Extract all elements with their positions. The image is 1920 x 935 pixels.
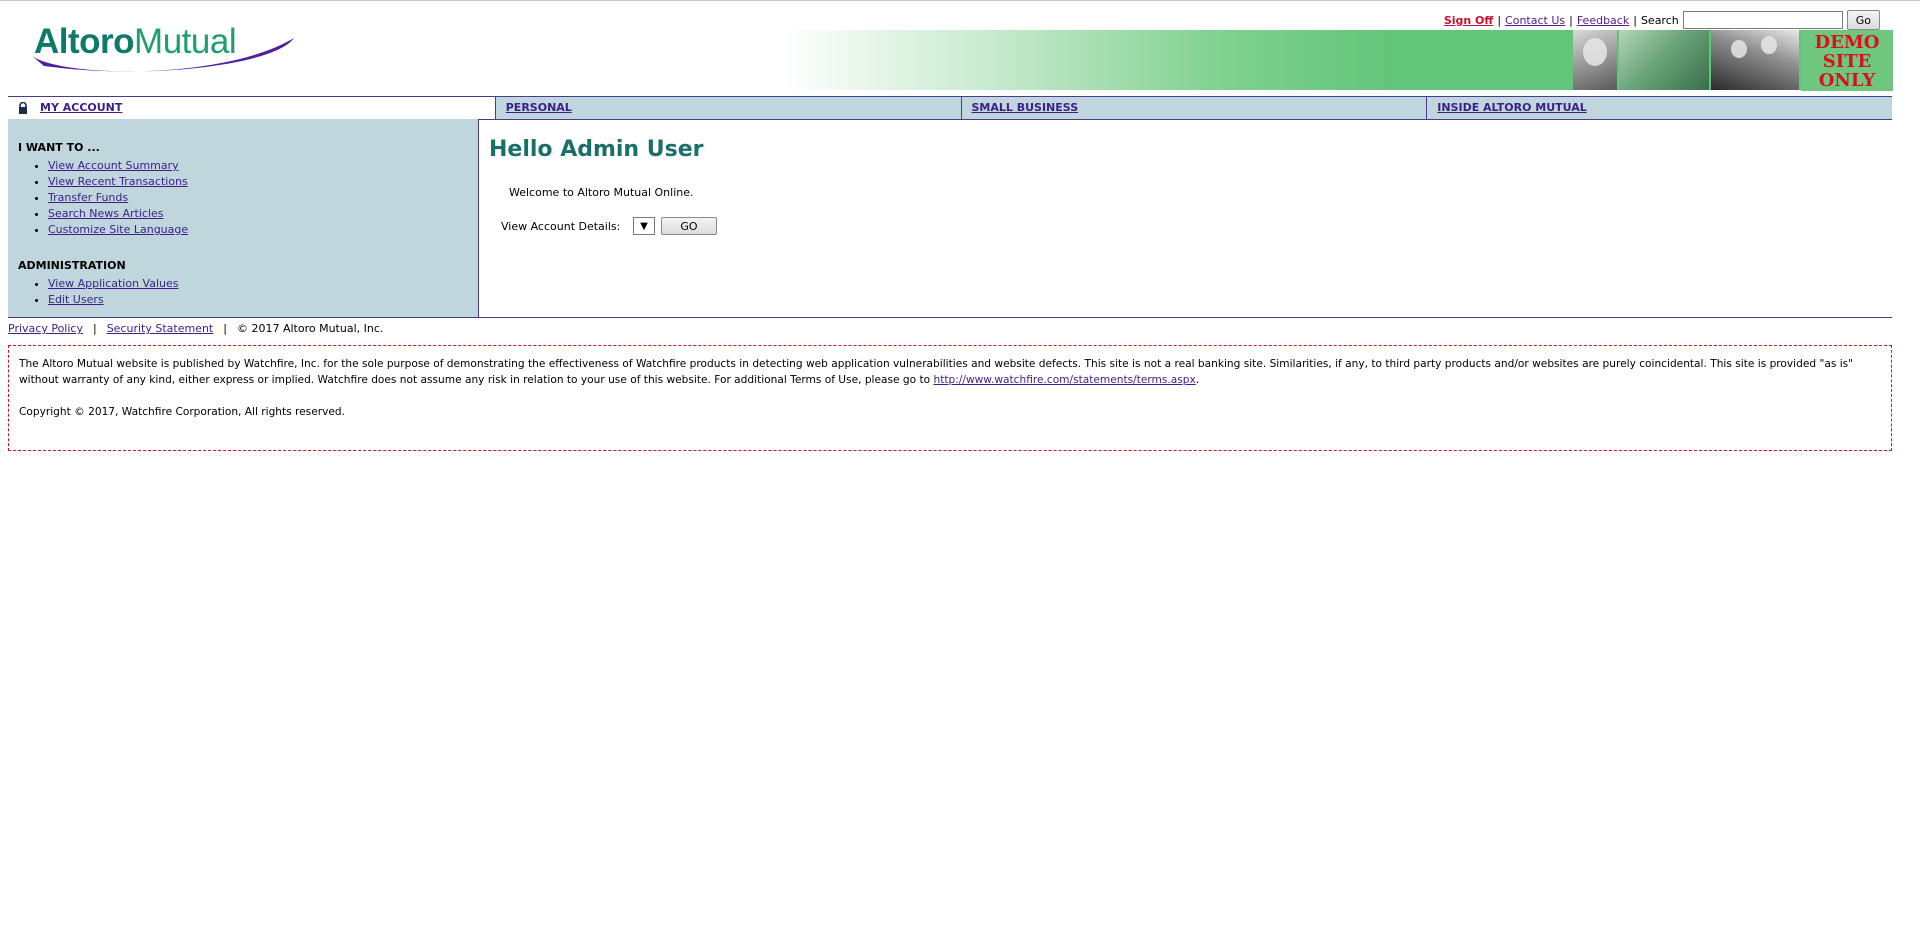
separator: |: [223, 322, 227, 335]
demo-line: DEMO: [1814, 31, 1880, 53]
account-details-label: View Account Details:: [501, 220, 621, 233]
security-statement-link[interactable]: Security Statement: [107, 322, 214, 335]
demo-line: SITE: [1822, 50, 1872, 72]
demo-site-only-badge: DEMO SITE ONLY: [1801, 30, 1893, 91]
list-item: View Recent Transactions: [48, 174, 188, 190]
sign-off-link[interactable]: Sign Off: [1444, 14, 1494, 27]
photo-business-people: [1711, 30, 1799, 90]
utility-bar: Sign Off | Contact Us | Feedback | Searc…: [1444, 10, 1880, 30]
altoro-mutual-logo[interactable]: AltoroMutual: [24, 22, 304, 80]
list-item: Customize Site Language: [48, 222, 188, 238]
watchfire-copyright: Copyright © 2017, Watchfire Corporation,…: [19, 406, 345, 418]
header-banner: DEMO SITE ONLY: [782, 30, 1893, 91]
disclaimer-box: The Altoro Mutual website is published b…: [8, 345, 1892, 451]
account-go-button[interactable]: GO: [661, 217, 717, 235]
list-item: Transfer Funds: [48, 190, 188, 206]
list-item: View Application Values: [48, 276, 179, 292]
photo-woman: [1573, 30, 1617, 90]
banner-photos: DEMO SITE ONLY: [1571, 30, 1893, 91]
search-news-articles-link[interactable]: Search News Articles: [48, 207, 164, 220]
feedback-link[interactable]: Feedback: [1577, 14, 1629, 27]
disclaimer-end: .: [1195, 374, 1200, 386]
tab-personal-label[interactable]: PERSONAL: [506, 101, 572, 114]
i-want-to-heading: I WANT TO ...: [18, 141, 100, 154]
i-want-to-list: View Account Summary View Recent Transac…: [18, 158, 188, 238]
tab-small-business[interactable]: SMALL BUSINESS: [960, 97, 1427, 119]
footer-copyright: © 2017 Altoro Mutual, Inc.: [236, 322, 384, 335]
list-item: View Account Summary: [48, 158, 188, 174]
view-recent-transactions-link[interactable]: View Recent Transactions: [48, 175, 188, 188]
tab-my-account-label[interactable]: MY ACCOUNT: [40, 101, 122, 114]
footer-links: Privacy Policy | Security Statement | © …: [8, 322, 383, 335]
search-input[interactable]: [1682, 11, 1843, 29]
logo-altoro: Altoro: [34, 22, 135, 61]
contact-us-link[interactable]: Contact Us: [1505, 14, 1565, 27]
account-select[interactable]: ▼: [633, 217, 655, 235]
demo-line: ONLY: [1818, 69, 1876, 91]
separator: |: [1633, 13, 1637, 27]
photo-keyboard: [1619, 30, 1709, 90]
tab-inside-altoro-mutual[interactable]: INSIDE ALTORO MUTUAL: [1426, 97, 1892, 119]
lock-icon: [19, 102, 27, 114]
tab-personal[interactable]: PERSONAL: [494, 97, 961, 119]
separator: |: [1569, 13, 1573, 27]
disclaimer-text: The Altoro Mutual website is published b…: [19, 356, 1881, 388]
search-go-button[interactable]: Go: [1846, 10, 1880, 30]
logo-mutual: Mutual: [134, 22, 237, 61]
main-content: Hello Admin User Welcome to Altoro Mutua…: [480, 119, 1892, 317]
logo-text: AltoroMutual: [34, 22, 237, 62]
chevron-down-icon: ▼: [640, 220, 648, 232]
transfer-funds-link[interactable]: Transfer Funds: [48, 191, 128, 204]
privacy-policy-link[interactable]: Privacy Policy: [8, 322, 83, 335]
list-item: Search News Articles: [48, 206, 188, 222]
tab-inside-altoro-label[interactable]: INSIDE ALTORO MUTUAL: [1437, 101, 1587, 114]
list-item: Edit Users: [48, 292, 179, 308]
terms-link[interactable]: http://www.watchfire.com/statements/term…: [934, 374, 1196, 386]
separator: |: [1497, 13, 1502, 27]
content-divider: [8, 317, 1892, 318]
page-title: Hello Admin User: [489, 137, 704, 162]
view-account-summary-link[interactable]: View Account Summary: [48, 159, 179, 172]
sidebar: I WANT TO ... View Account Summary View …: [8, 119, 479, 317]
welcome-message: Welcome to Altoro Mutual Online.: [509, 186, 694, 199]
administration-heading: ADMINISTRATION: [18, 259, 126, 272]
tab-small-business-label[interactable]: SMALL BUSINESS: [972, 101, 1079, 114]
site-header: AltoroMutual Sign Off | Contact Us | Fee…: [0, 0, 1920, 96]
search-label: Search: [1640, 13, 1679, 27]
administration-list: View Application Values Edit Users: [18, 276, 179, 308]
tab-my-account[interactable]: MY ACCOUNT: [8, 97, 495, 119]
main-nav: MY ACCOUNT PERSONAL SMALL BUSINESS INSID…: [8, 96, 1892, 120]
customize-site-language-link[interactable]: Customize Site Language: [48, 223, 188, 236]
view-application-values-link[interactable]: View Application Values: [48, 277, 179, 290]
edit-users-link[interactable]: Edit Users: [48, 293, 104, 306]
separator: |: [92, 322, 97, 335]
